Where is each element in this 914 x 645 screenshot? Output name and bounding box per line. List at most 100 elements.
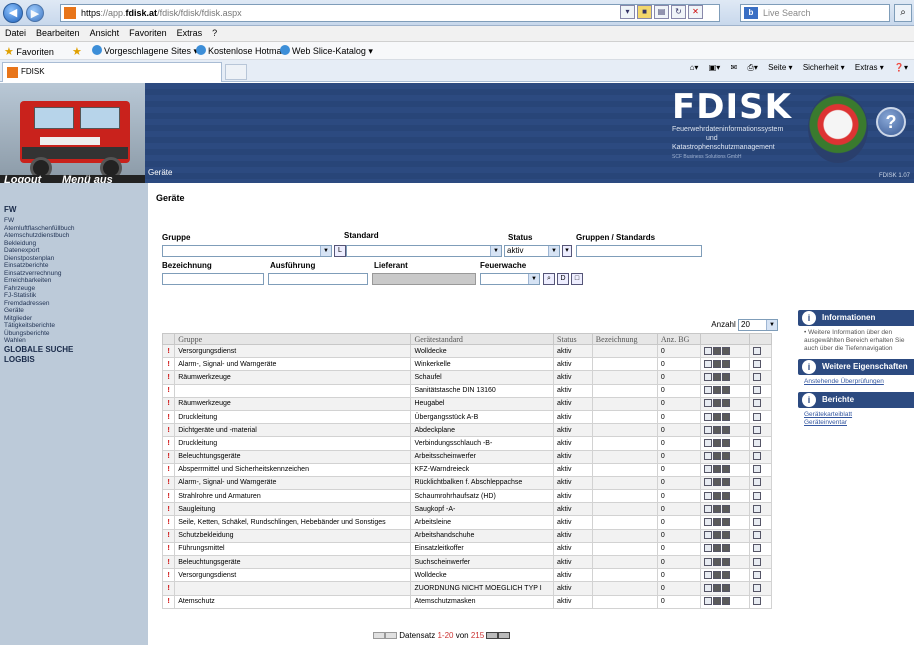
table-row[interactable]: ! Saugleitung Saugkopf -A-aktiv 0 [161, 502, 773, 517]
edit-icon[interactable] [703, 346, 712, 355]
feeds-icon[interactable]: ▣▾ [709, 63, 721, 72]
detail-icon[interactable] [752, 544, 761, 553]
delete-icon[interactable] [721, 518, 730, 527]
edit-icon[interactable] [703, 372, 712, 381]
home-icon[interactable]: ⌂▾ [690, 63, 699, 72]
delete-icon[interactable] [721, 359, 730, 368]
nav-item-fahrzeuge[interactable]: Fahrzeuge [4, 285, 148, 293]
copy-icon[interactable] [712, 425, 721, 434]
edit-icon[interactable] [703, 504, 712, 513]
edit-icon[interactable] [703, 570, 712, 579]
prev-page-button[interactable] [385, 632, 397, 640]
table-row[interactable]: ! Strahlrohre und Armaturen Schaumrohrhauf… [161, 489, 773, 504]
table-row[interactable]: ! Räumwerkzeuge Heugabel aktiv 0 [161, 396, 773, 411]
forward-icon[interactable]: ▶ [26, 4, 44, 22]
edit-icon[interactable] [703, 425, 712, 434]
copy-icon[interactable] [712, 557, 721, 566]
help-icon[interactable]: ❓▾ [894, 63, 908, 72]
link-anstehende-ueberpruefungen[interactable]: Anstehende Überprüfungen [804, 378, 910, 386]
menu-ansicht[interactable]: Ansicht [85, 26, 125, 38]
delete-icon[interactable] [721, 425, 730, 434]
copy-icon[interactable] [712, 346, 721, 355]
nav-item-bekleidung[interactable]: Bekleidung [4, 240, 148, 248]
edit-icon[interactable] [703, 359, 712, 368]
favorites-button[interactable]: ★ Favoriten [4, 45, 54, 58]
delete-icon[interactable] [721, 452, 730, 461]
delete-icon[interactable] [721, 386, 730, 395]
copy-icon[interactable] [712, 518, 721, 527]
detail-icon[interactable] [752, 359, 761, 368]
cmd-tools[interactable]: Extras ▾ [855, 63, 884, 72]
cmd-page[interactable]: Seite ▾ [768, 63, 792, 72]
detail-icon[interactable] [752, 425, 761, 434]
detail-icon[interactable] [752, 597, 761, 606]
nav-item-datenexport[interactable]: Datenexport [4, 247, 148, 255]
first-page-button[interactable] [373, 632, 385, 640]
col-status[interactable]: Status [553, 333, 593, 345]
new-icon[interactable]: □ [571, 273, 583, 285]
fav-webslice[interactable]: Web Slice-Katalog ▾ [280, 45, 373, 57]
fav-hotmail[interactable]: Kostenlose Hotmail [196, 45, 286, 56]
copy-icon[interactable] [712, 372, 721, 381]
table-row[interactable]: ! Absperrmittel und Sicherheitskennzeiche… [161, 462, 773, 477]
delete-icon[interactable] [721, 399, 730, 408]
delete-icon[interactable] [721, 557, 730, 566]
detail-icon[interactable] [752, 478, 761, 487]
detail-icon[interactable] [752, 531, 761, 540]
stop-icon[interactable]: ✕ [688, 5, 703, 19]
edit-icon[interactable] [703, 438, 712, 447]
menu-bearbeiten[interactable]: Bearbeiten [31, 26, 85, 38]
delete-icon[interactable] [721, 438, 730, 447]
delete-icon[interactable] [721, 465, 730, 474]
ausfuehrung-input[interactable] [268, 273, 368, 285]
delete-icon[interactable] [721, 346, 730, 355]
lock-icon[interactable]: ■ [637, 5, 652, 19]
edit-icon[interactable] [703, 478, 712, 487]
detail-icon[interactable] [752, 491, 761, 500]
compat-icon[interactable]: ▤ [654, 5, 669, 19]
nav-item-atemluft[interactable]: Atemluftflaschenfüllbuch [4, 225, 148, 233]
menu-datei[interactable]: Datei [0, 26, 31, 38]
edit-icon[interactable] [703, 386, 712, 395]
detail-icon[interactable] [752, 412, 761, 421]
detail-icon[interactable] [752, 570, 761, 579]
delete-icon[interactable] [721, 597, 730, 606]
edit-icon[interactable] [703, 465, 712, 474]
copy-icon[interactable] [712, 438, 721, 447]
mail-icon[interactable]: ✉ [731, 63, 738, 72]
anzahl-select[interactable]: 20 ▼ [738, 319, 778, 331]
col-geraetestandard[interactable]: Gerätestandard [410, 333, 555, 345]
nav-item-mitglieder[interactable]: Mitglieder [4, 315, 148, 323]
menu-favoriten[interactable]: Favoriten [124, 26, 172, 38]
table-row[interactable]: ! Atemschutz Atemschutzmasken aktiv 0 [161, 594, 773, 609]
detail-icon[interactable] [752, 504, 761, 513]
delete-icon[interactable] [721, 531, 730, 540]
detail-icon[interactable] [752, 583, 761, 592]
edit-icon[interactable] [703, 452, 712, 461]
edit-icon[interactable] [703, 597, 712, 606]
nav-logbis[interactable]: LOGBIS [4, 355, 148, 365]
table-row[interactable]: ! Räumwerkzeuge Schaufel aktiv 0 [161, 370, 773, 385]
col-bezeichnung[interactable]: Bezeichnung [591, 333, 658, 345]
detail-icon[interactable] [752, 346, 761, 355]
search-icon[interactable]: ⌕ [543, 273, 555, 285]
status-select[interactable]: aktiv ▼ [504, 245, 560, 257]
back-icon[interactable]: ◀ [3, 3, 23, 23]
copy-icon[interactable] [712, 452, 721, 461]
detail-icon[interactable] [752, 399, 761, 408]
delete-icon[interactable] [721, 491, 730, 500]
copy-icon[interactable] [712, 359, 721, 368]
edit-icon[interactable] [703, 531, 712, 540]
nav-global-search[interactable]: GLOBALE SUCHE [4, 345, 148, 355]
nav-item-fremdadressen[interactable]: Fremdadressen [4, 300, 148, 308]
copy-icon[interactable] [712, 399, 721, 408]
last-page-button[interactable] [498, 632, 511, 640]
copy-icon[interactable] [712, 570, 721, 579]
detail-icon[interactable] [752, 438, 761, 447]
search-input[interactable]: b Live Search [740, 4, 890, 22]
nav-item-uebungsberichte[interactable]: Übungsberichte [4, 330, 148, 338]
detail-icon[interactable] [752, 386, 761, 395]
delete-icon[interactable] [721, 372, 730, 381]
menu-extras[interactable]: Extras [172, 26, 208, 38]
table-row[interactable]: ! Versorgungsdienst Wolldecke aktiv 0 [161, 343, 773, 359]
